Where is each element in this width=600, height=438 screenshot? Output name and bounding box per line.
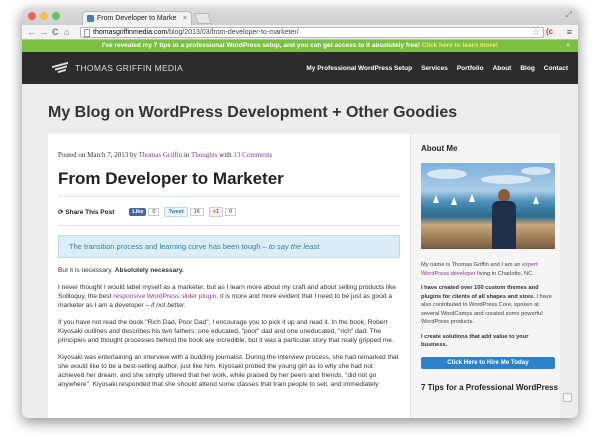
paragraph-1-bold: Absolutely necessary. [114, 267, 184, 274]
tweet-label: Tweet [164, 207, 188, 217]
post-meta: Posted on March 7, 2013 by Thomas Griffi… [58, 151, 400, 159]
meta-in: in [182, 151, 192, 159]
bio-text: My name is Thomas Griffin and I am an ex… [421, 262, 538, 277]
bookmark-star-icon[interactable]: ☆ [532, 26, 540, 38]
nav-item-blog[interactable]: Blog [520, 65, 534, 72]
maximize-window-icon[interactable] [52, 12, 60, 20]
nav-item-contact[interactable]: Contact [544, 65, 568, 72]
facebook-like-label: Like [129, 208, 147, 216]
fullscreen-icon[interactable]: ⤢ [566, 10, 572, 20]
main-nav: My Professional WordPress Setup Services… [306, 65, 568, 72]
paragraph-3: If you have not read the book "Rich Dad,… [58, 319, 394, 344]
paragraph-1: But it is necessary. Absolutely necessar… [58, 267, 184, 274]
nav-item-about[interactable]: About [493, 65, 512, 72]
facebook-like-count: 0 [148, 208, 160, 216]
new-tab-button[interactable] [193, 13, 213, 24]
author-link[interactable]: Thomas Griffin [139, 151, 183, 159]
hire-me-button[interactable]: Click Here to Hire Me Today [421, 356, 555, 369]
share-bar: ⟳ Share This Post Like 0 Tweet 16 +1 0 [58, 207, 400, 226]
tweet-button[interactable]: Tweet 16 [164, 207, 204, 217]
sidebar: About Me My name is Thomas Griffin and I… [410, 134, 560, 418]
favicon-icon [87, 15, 94, 22]
address-toolbar: ← → C ⌂ thomasgriffinmedia.com/blog/2013… [22, 25, 578, 40]
site-logo[interactable]: THOMAS GRIFFIN MEDIA [52, 61, 183, 74]
author-photo [421, 163, 555, 249]
paragraph-2: I never thought I would label myself as … [58, 284, 396, 309]
google-plus-label: +1 [208, 207, 224, 217]
page-body: My Blog on WordPress Development + Other… [22, 84, 578, 418]
comments-link[interactable]: 13 Comments [233, 151, 272, 159]
callout-text: The transition process and learning curv… [69, 242, 269, 251]
promo-close-icon[interactable]: × [566, 40, 570, 52]
promo-text: I've revealed my 7 tips to a professiona… [102, 42, 372, 49]
close-tab-icon[interactable]: × [183, 12, 187, 25]
window-controls [28, 12, 60, 20]
browser-window: From Developer to Marke × ⤢ ← → C ⌂ thom… [22, 8, 578, 418]
promo-bold: absolutely free! [371, 42, 420, 49]
facebook-like-button[interactable]: Like 0 [129, 208, 160, 216]
url-path: /blog/2013/03/from-developer-to-marketer… [167, 29, 299, 36]
about-heading: About Me [421, 144, 458, 153]
google-plus-count: 0 [225, 208, 237, 216]
forward-icon[interactable]: → [39, 26, 48, 39]
tab-bar: From Developer to Marke × ⤢ [22, 8, 578, 25]
blog-post: Posted on March 7, 2013 by Thomas Griffi… [58, 134, 400, 389]
meta-prefix: Posted on March 7, 2013 by [58, 151, 139, 159]
tweet-count: 16 [189, 208, 204, 216]
scroll-top-icon[interactable] [563, 393, 572, 402]
promo-bar: I've revealed my 7 tips to a professiona… [22, 40, 578, 52]
bio-text-3: I create solutions that add value to you… [421, 333, 529, 349]
site-header: THOMAS GRIFFIN MEDIA My Professional Wor… [22, 52, 578, 87]
tab-title: From Developer to Marke [97, 15, 177, 22]
post-title: From Developer to Marketer [58, 169, 400, 197]
nav-item-setup[interactable]: My Professional WordPress Setup [306, 65, 412, 72]
share-label: ⟳ Share This Post [58, 209, 115, 216]
browser-menu-icon[interactable]: ≡ [567, 26, 572, 38]
content-area: Posted on March 7, 2013 by Thomas Griffi… [48, 134, 560, 418]
logo-text: THOMAS GRIFFIN MEDIA [75, 63, 183, 73]
url-host: thomasgriffinmedia.com [93, 29, 168, 36]
page-icon [84, 29, 90, 37]
promo-link[interactable]: Click here to learn more! [422, 42, 498, 49]
intro-callout: The transition process and learning curv… [58, 235, 400, 258]
browser-tab[interactable]: From Developer to Marke × [82, 11, 192, 25]
meta-with: with [217, 151, 234, 159]
back-icon[interactable]: ← [27, 26, 36, 39]
bio-text-2: I have created over 100 custom themes an… [421, 285, 552, 325]
minimize-window-icon[interactable] [40, 12, 48, 20]
category-link[interactable]: Thoughts [191, 151, 217, 159]
extension-icon[interactable]: (c [546, 27, 556, 37]
nav-item-portfolio[interactable]: Portfolio [457, 65, 484, 72]
paragraph-4: Kiyosaki was entertaining an interview w… [58, 354, 399, 388]
logo-mark-icon [52, 61, 70, 74]
google-plus-button[interactable]: +1 0 [208, 207, 237, 217]
url-input[interactable]: thomasgriffinmedia.com/blog/2013/03/from… [80, 27, 544, 38]
home-icon[interactable]: ⌂ [64, 26, 69, 39]
page-title: My Blog on WordPress Development + Other… [48, 104, 458, 121]
tips-heading: 7 Tips for a Professional WordPress [421, 382, 559, 392]
callout-emphasis: to say the least. [268, 242, 322, 251]
nav-item-services[interactable]: Services [421, 65, 448, 72]
close-window-icon[interactable] [28, 12, 36, 20]
slider-plugin-link[interactable]: responsive WordPress slider plugin [113, 293, 216, 300]
reload-icon[interactable]: C [52, 26, 59, 39]
